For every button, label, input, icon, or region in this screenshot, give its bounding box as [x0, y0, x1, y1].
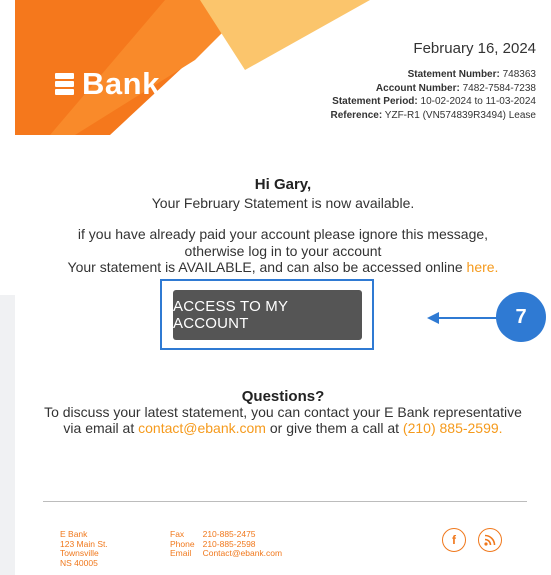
account-number: 7482-7584-7238: [462, 82, 536, 94]
online-access-sentence: Your statement is AVAILABLE, and can als…: [67, 259, 463, 275]
footer-contact: Fax 210-885-2475 Phone 210-885-2598 Email C…: [170, 529, 291, 559]
ignore-message-text: if you have already paid your account pl…: [77, 226, 489, 242]
bank-logo[interactable]: Bank: [55, 68, 160, 99]
reference-label: Reference:: [330, 109, 383, 121]
questions-text-line1: To discuss your latest statement, you ca…: [44, 404, 522, 420]
account-number-label: Account Number:: [375, 82, 460, 94]
email-label: Email: [170, 548, 192, 558]
statement-date: February 16, 2024: [413, 40, 536, 57]
address-line: NS 40005: [60, 557, 98, 568]
online-access-text: Your statement is AVAILABLE, and can als…: [15, 259, 551, 275]
rss-icon[interactable]: [478, 528, 502, 552]
statement-period: 10-02-2024 to 11-03-2024: [420, 96, 536, 107]
statement-number: 748363: [502, 69, 536, 80]
bank-logo-text: Bank: [82, 66, 160, 101]
statement-number-label: Statement Number:: [407, 69, 500, 80]
login-prompt-text: otherwise log in to your account: [184, 243, 382, 259]
statement-meta: Statement Number: 748363 Account Number:…: [330, 68, 536, 122]
email-header: Bank February 16, 2024 Statement Number:…: [15, 0, 551, 135]
facebook-icon[interactable]: f: [442, 528, 466, 552]
here-link[interactable]: here.: [467, 259, 499, 275]
contact-email-link[interactable]: contact@ebank.com: [138, 420, 266, 436]
footer-divider: [43, 501, 527, 502]
questions-phone-prefix: or give them a call at: [269, 420, 400, 436]
contact-phone-link[interactable]: (210) 885-2599.: [403, 420, 503, 436]
page-background: [0, 295, 15, 575]
questions-text-line2: via email at contact@ebank.com or give t…: [15, 420, 551, 436]
statement-period-label: Statement Period:: [332, 96, 418, 107]
footer-email-link[interactable]: Contact@ebank.com: [203, 548, 291, 559]
footer-address: E Bank 123 Main St. Townsville NS 40005: [60, 529, 108, 568]
email-container: Bank February 16, 2024 Statement Number:…: [15, 0, 551, 575]
rss-glyph: [484, 534, 496, 546]
annotation-arrowhead: [427, 312, 439, 324]
statement-available-text: Your February Statement is now available…: [151, 195, 415, 211]
greeting: Hi Gary,: [254, 176, 312, 193]
reference-value: YZF-R1 (VN574839R3494) Lease: [384, 109, 536, 121]
questions-email-prefix: via email at: [63, 420, 135, 436]
questions-title: Questions?: [241, 388, 325, 405]
step-number-badge: 7: [496, 292, 546, 342]
access-account-button[interactable]: ACCESS TO MY ACCOUNT: [173, 290, 362, 340]
bank-logo-icon: [55, 72, 74, 95]
